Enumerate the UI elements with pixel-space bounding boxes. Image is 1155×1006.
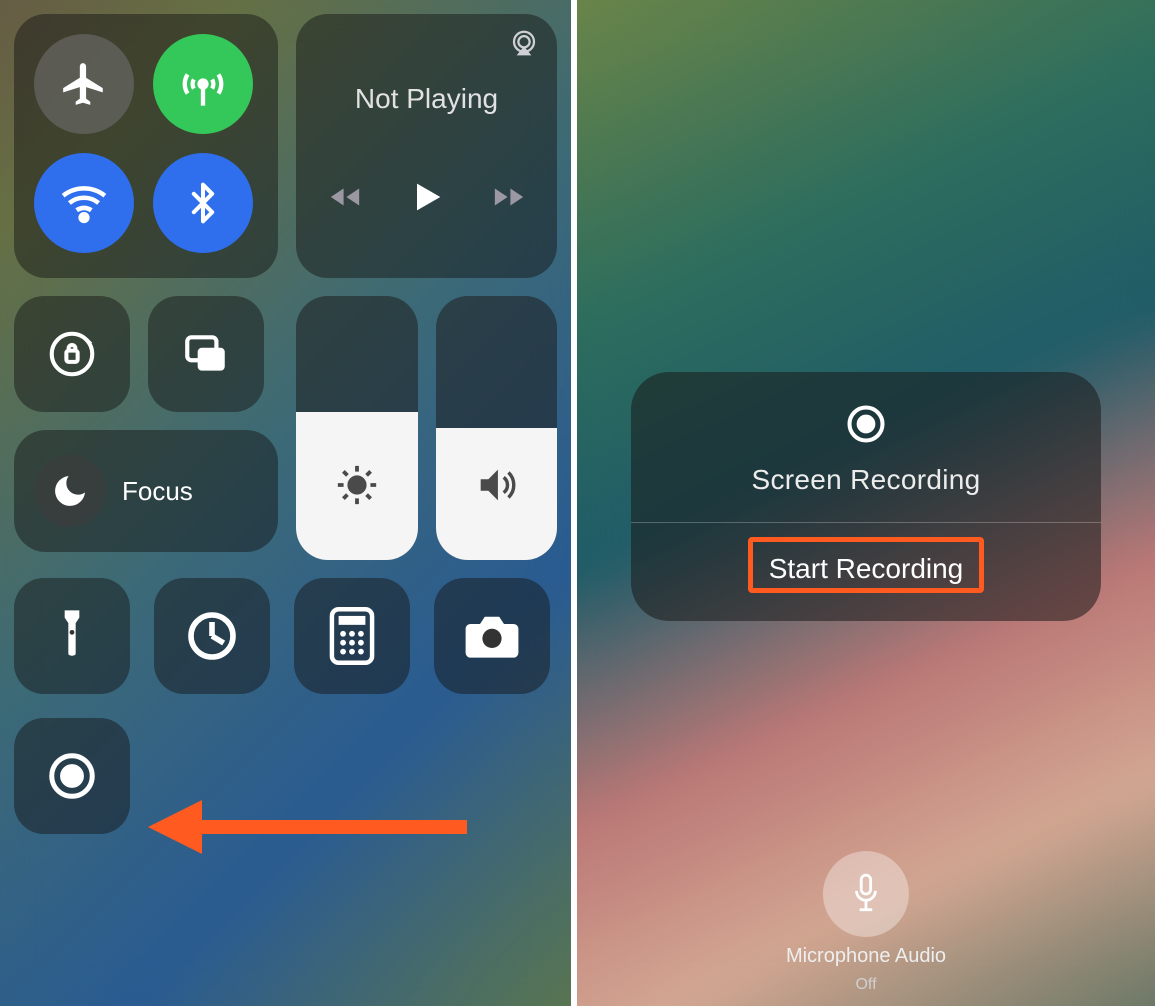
cellular-icon — [177, 58, 229, 110]
screen-mirroring-button[interactable] — [148, 296, 264, 412]
microphone-status: Off — [855, 976, 876, 994]
focus-button[interactable]: Focus — [14, 430, 278, 552]
do-not-disturb-icon — [34, 455, 106, 527]
calculator-icon — [329, 607, 375, 665]
popup-title: Screen Recording — [752, 464, 981, 496]
wifi-toggle[interactable] — [34, 153, 134, 253]
calculator-button[interactable] — [294, 578, 410, 694]
previous-track-button[interactable] — [325, 180, 365, 214]
previous-track-icon — [325, 180, 365, 214]
start-recording-button[interactable]: Start Recording — [747, 543, 986, 595]
annotation-arrow — [142, 792, 472, 862]
volume-icon — [471, 462, 521, 508]
rotation-lock-icon — [45, 327, 99, 381]
camera-button[interactable] — [434, 578, 550, 694]
play-icon — [407, 175, 447, 219]
screen-recording-popup: Screen Recording Start Recording — [631, 372, 1101, 621]
airplane-mode-toggle[interactable] — [34, 34, 134, 134]
flashlight-icon — [50, 606, 94, 666]
wifi-icon — [59, 178, 109, 228]
volume-slider[interactable] — [436, 296, 558, 560]
cellular-data-toggle[interactable] — [153, 34, 253, 134]
screen-record-button[interactable] — [14, 718, 130, 834]
control-center-panel: Not Playing — [0, 0, 577, 1006]
focus-label: Focus — [122, 476, 193, 507]
microphone-toggle[interactable]: Microphone Audio Off — [786, 851, 946, 994]
brightness-icon — [334, 462, 380, 508]
media-tile[interactable]: Not Playing — [296, 14, 557, 278]
screen-recording-panel: Screen Recording Start Recording Microph… — [577, 0, 1155, 1006]
connectivity-tile[interactable] — [14, 14, 278, 278]
now-playing-status: Not Playing — [355, 83, 498, 115]
flashlight-button[interactable] — [14, 578, 130, 694]
airplane-icon — [59, 59, 109, 109]
microphone-icon — [847, 872, 885, 916]
rotation-lock-button[interactable] — [14, 296, 130, 412]
timer-icon — [184, 608, 240, 664]
next-track-icon — [489, 180, 529, 214]
screen-mirroring-icon — [178, 329, 234, 379]
timer-button[interactable] — [154, 578, 270, 694]
camera-icon — [463, 612, 521, 660]
airplay-icon[interactable] — [509, 28, 539, 58]
brightness-slider[interactable] — [296, 296, 418, 560]
bluetooth-icon — [181, 181, 225, 225]
play-button[interactable] — [407, 175, 447, 219]
microphone-label: Microphone Audio — [786, 945, 946, 968]
bluetooth-toggle[interactable] — [153, 153, 253, 253]
screen-record-icon — [844, 402, 888, 446]
next-track-button[interactable] — [489, 180, 529, 214]
screen-record-icon — [45, 749, 99, 803]
